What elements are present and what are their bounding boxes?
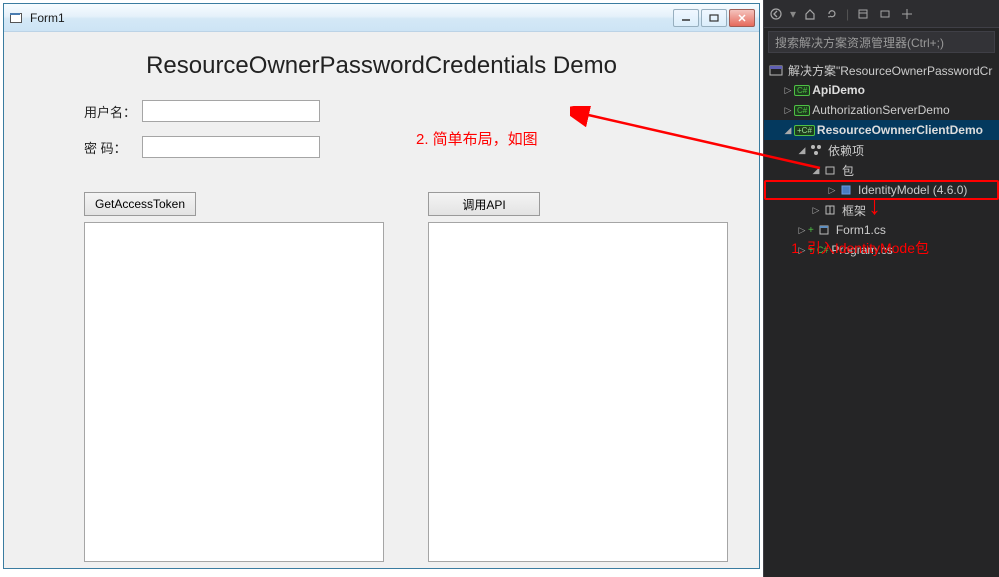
call-api-button[interactable]: 调用API xyxy=(428,192,540,216)
username-row: 用户名： xyxy=(84,100,739,122)
get-access-token-button[interactable]: GetAccessToken xyxy=(84,192,196,216)
api-output-box[interactable] xyxy=(428,222,728,562)
annotation-1: 1. 引入IdentityMode包 xyxy=(791,238,929,258)
expand-icon[interactable]: ▷ xyxy=(782,85,794,96)
sync-icon[interactable] xyxy=(824,6,840,22)
close-button[interactable] xyxy=(729,9,755,27)
project-label: ResourceOwnnerClientDemo xyxy=(817,123,999,137)
add-marker-icon: + xyxy=(808,225,814,236)
minimize-button[interactable] xyxy=(673,9,699,27)
dependencies-node[interactable]: ◢ 依赖项 xyxy=(764,140,999,160)
password-input[interactable] xyxy=(142,136,320,158)
expand-icon[interactable]: ▷ xyxy=(810,205,822,216)
csharp-badge-icon: C# xyxy=(794,85,810,96)
expand-icon[interactable]: ▷ xyxy=(782,105,794,116)
properties-icon[interactable] xyxy=(899,6,915,22)
token-output-box[interactable] xyxy=(84,222,384,562)
solution-icon xyxy=(768,62,784,78)
packages-label: 包 xyxy=(842,162,999,179)
expand-icon[interactable]: ▷ xyxy=(796,225,808,236)
framework-icon xyxy=(822,202,838,218)
annotation-2: 2. 简单布局，如图 xyxy=(416,128,538,149)
frameworks-label: 框架 xyxy=(842,202,999,219)
refresh-icon[interactable] xyxy=(877,6,893,22)
show-all-icon[interactable] xyxy=(855,6,871,22)
project-label: AuthorizationServerDemo xyxy=(812,103,999,117)
window-title: Form1 xyxy=(30,11,673,25)
expand-icon[interactable]: ▷ xyxy=(826,185,838,196)
solution-toolbar: ▾ | xyxy=(764,0,999,28)
packages-node[interactable]: ◢ 包 xyxy=(764,160,999,180)
back-icon[interactable] xyxy=(768,6,784,22)
csharp-badge-icon: +C# xyxy=(794,125,815,136)
password-label: 密 码： xyxy=(84,138,142,157)
dependencies-icon xyxy=(808,142,824,158)
titlebar[interactable]: Form1 xyxy=(4,4,759,32)
csharp-badge-icon: C# xyxy=(794,105,810,116)
down-arrow-icon: ↓ xyxy=(868,190,881,221)
username-label: 用户名： xyxy=(84,102,142,121)
nuget-package-icon xyxy=(838,182,854,198)
form-file-icon xyxy=(816,222,832,238)
collapse-icon[interactable]: ◢ xyxy=(782,125,794,136)
project-clientdemo[interactable]: ◢ +C# ResourceOwnnerClientDemo xyxy=(764,120,999,140)
project-apidemo[interactable]: ▷ C# ApiDemo xyxy=(764,80,999,100)
form1-file[interactable]: ▷ + Form1.cs xyxy=(764,220,999,240)
solution-label: 解决方案"ResourceOwnerPasswordCr xyxy=(788,62,999,79)
identitymodel-package[interactable]: ▷ IdentityModel (4.6.0) xyxy=(764,180,999,200)
solution-search-input[interactable]: 搜索解决方案资源管理器(Ctrl+;) xyxy=(768,31,995,53)
maximize-button[interactable] xyxy=(701,9,727,27)
home-icon[interactable] xyxy=(802,6,818,22)
form1-window: Form1 ResourceOwnerPasswordCredentials D… xyxy=(3,3,760,569)
solution-explorer-panel: ▾ | 搜索解决方案资源管理器(Ctrl+;) 解决方案"ResourceOwn… xyxy=(763,0,999,577)
window-controls xyxy=(673,9,755,27)
package-folder-icon xyxy=(822,162,838,178)
solution-tree: 解决方案"ResourceOwnerPasswordCr ▷ C# ApiDem… xyxy=(764,56,999,264)
solution-node[interactable]: 解决方案"ResourceOwnerPasswordCr xyxy=(764,60,999,80)
dependencies-label: 依赖项 xyxy=(828,142,999,159)
page-title: ResourceOwnerPasswordCredentials Demo xyxy=(24,52,739,80)
project-label: ApiDemo xyxy=(812,83,999,97)
collapse-icon[interactable]: ◢ xyxy=(810,165,822,176)
file-label: Form1.cs xyxy=(836,223,999,237)
username-input[interactable] xyxy=(142,100,320,122)
form-icon xyxy=(8,10,24,26)
frameworks-node[interactable]: ▷ 框架 xyxy=(764,200,999,220)
project-authserver[interactable]: ▷ C# AuthorizationServerDemo xyxy=(764,100,999,120)
password-row: 密 码： xyxy=(84,136,739,158)
collapse-icon[interactable]: ◢ xyxy=(796,145,808,156)
form-body: ResourceOwnerPasswordCredentials Demo 用户… xyxy=(4,32,759,568)
